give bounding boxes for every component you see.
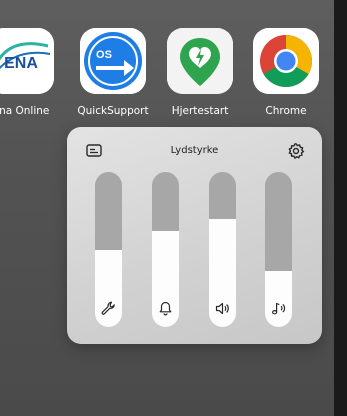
- app-chrome[interactable]: Chrome: [241, 28, 331, 117]
- app-quicksupport[interactable]: OS QuickSupport: [68, 28, 158, 117]
- app-label: Hjertestart: [171, 105, 229, 117]
- app-label: QuickSupport: [77, 105, 149, 117]
- settings-gear-icon[interactable]: [286, 141, 306, 161]
- bell-icon: [157, 300, 174, 317]
- chrome-icon: [253, 28, 319, 94]
- app-hjertestart[interactable]: Hjertestart: [155, 28, 245, 117]
- volume-panel-header: Lydstyrke: [67, 127, 322, 173]
- volume-panel: Lydstyrke: [67, 127, 322, 344]
- svg-text:ENA: ENA: [4, 55, 38, 72]
- screen-edge: [334, 0, 347, 416]
- ena-online-icon: ENA: [0, 28, 54, 94]
- music-note-icon: [270, 300, 287, 317]
- quicksupport-icon: OS: [80, 28, 146, 94]
- volume-panel-title: Lydstyrke: [170, 145, 219, 156]
- app-label: ena Online: [0, 105, 50, 117]
- speaker-icon: [214, 300, 231, 317]
- home-screen: ENA ena Online OS QuickSupport: [0, 0, 334, 416]
- hjertestart-icon: [167, 28, 233, 94]
- volume-slider-media[interactable]: [209, 172, 236, 327]
- volume-slider-notification[interactable]: [265, 172, 292, 327]
- volume-slider-ringtone[interactable]: [152, 172, 179, 327]
- volume-slider-system[interactable]: [95, 172, 122, 327]
- svg-text:OS: OS: [96, 49, 112, 61]
- app-label: Chrome: [265, 105, 307, 117]
- wrench-icon: [100, 300, 117, 317]
- app-ena-online[interactable]: ENA ena Online: [0, 28, 66, 117]
